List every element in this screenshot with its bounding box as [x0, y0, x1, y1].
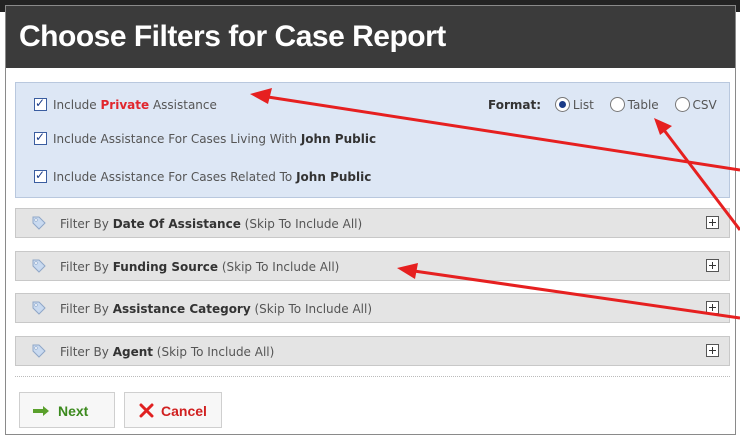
filter-label: Filter By Assistance Category (Skip To I… [60, 302, 373, 316]
format-option-csv[interactable]: CSV [674, 97, 717, 112]
check-icon[interactable] [34, 130, 47, 145]
cancel-button[interactable]: Cancel [124, 392, 222, 428]
radio-icon[interactable] [674, 97, 690, 112]
option-label: Include Assistance For Cases Related To [53, 170, 297, 184]
tag-icon [32, 301, 46, 315]
filter-dialog: Choose Filters for Case Report Include P… [5, 5, 736, 435]
filter-agent[interactable]: Filter By Agent (Skip To Include All) [15, 336, 730, 366]
format-option-label: Table [627, 98, 659, 112]
option-private-assistance[interactable]: Include Private Assistance [34, 96, 217, 112]
tag-icon [32, 259, 46, 273]
option-label-suffix: Assistance [149, 98, 217, 112]
check-icon[interactable] [34, 168, 47, 183]
expand-plus-icon[interactable] [706, 259, 719, 272]
option-emphasis: Private [100, 98, 150, 112]
expand-plus-icon[interactable] [706, 216, 719, 229]
tag-icon [32, 216, 46, 230]
format-option-table[interactable]: Table [609, 97, 659, 112]
option-related-to[interactable]: Include Assistance For Cases Related To … [34, 168, 372, 184]
format-group: Format: List Table CSV [488, 97, 717, 113]
tag-icon [32, 344, 46, 358]
radio-icon[interactable] [609, 97, 625, 112]
option-emphasis: John Public [296, 170, 372, 184]
filter-label: Filter By Agent (Skip To Include All) [60, 345, 275, 359]
format-option-list[interactable]: List [554, 97, 594, 112]
check-icon[interactable] [34, 96, 47, 111]
filter-label: Filter By Funding Source (Skip To Includ… [60, 260, 340, 274]
expand-plus-icon[interactable] [706, 344, 719, 357]
format-label: Format: [488, 98, 542, 112]
next-label: Next [58, 403, 89, 419]
divider [15, 376, 730, 377]
cancel-label: Cancel [161, 403, 207, 419]
filter-label: Filter By Date Of Assistance (Skip To In… [60, 217, 363, 231]
radio-icon[interactable] [554, 97, 570, 112]
filter-funding-source[interactable]: Filter By Funding Source (Skip To Includ… [15, 251, 730, 281]
option-emphasis: John Public [300, 132, 377, 146]
next-button[interactable]: Next [19, 392, 115, 428]
format-option-label: List [572, 98, 594, 112]
dialog-titlebar: Choose Filters for Case Report [6, 6, 735, 68]
filter-date-of-assistance[interactable]: Filter By Date Of Assistance (Skip To In… [15, 208, 730, 238]
options-panel: Include Private Assistance Include Assis… [15, 82, 730, 198]
dialog-title: Choose Filters for Case Report [19, 20, 446, 53]
filter-assistance-category[interactable]: Filter By Assistance Category (Skip To I… [15, 293, 730, 323]
right-arrow-icon [33, 406, 49, 416]
option-living-with[interactable]: Include Assistance For Cases Living With… [34, 130, 377, 146]
x-icon [139, 403, 154, 418]
format-option-label: CSV [692, 98, 717, 112]
option-label: Include Assistance For Cases Living With [53, 132, 301, 146]
option-label: Include [53, 98, 101, 112]
expand-plus-icon[interactable] [706, 301, 719, 314]
